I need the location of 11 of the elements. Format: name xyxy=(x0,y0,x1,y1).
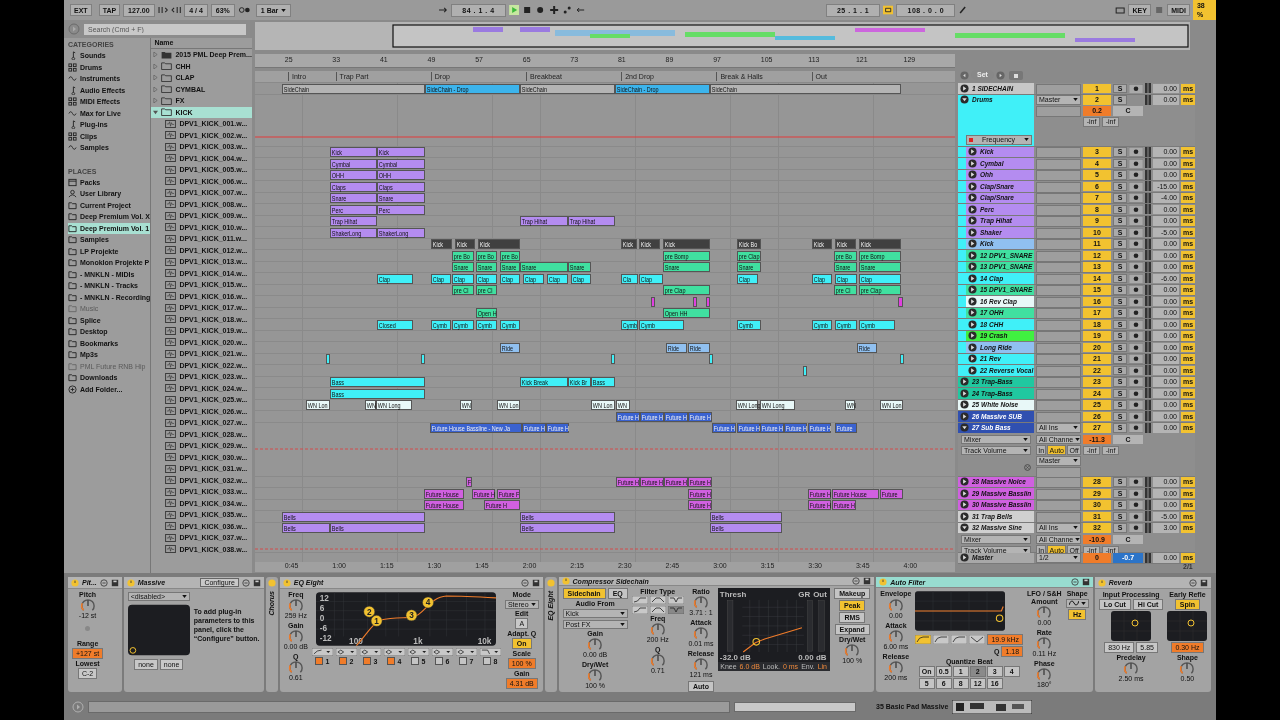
axis-label: 6 xyxy=(320,603,325,613)
band-handle[interactable]: 4 xyxy=(422,596,435,609)
axis-label: 12 xyxy=(320,593,330,603)
band-handle[interactable]: 1 xyxy=(371,615,383,627)
axis-label: 10k xyxy=(478,636,492,646)
axis-label: 1k xyxy=(413,636,423,646)
band-handle[interactable]: 3 xyxy=(406,609,418,622)
axis-label: -12 xyxy=(320,634,333,644)
band-handle[interactable]: 2 xyxy=(363,605,376,618)
axis-label: 0 xyxy=(320,613,325,623)
axis-label: -6 xyxy=(320,623,328,633)
